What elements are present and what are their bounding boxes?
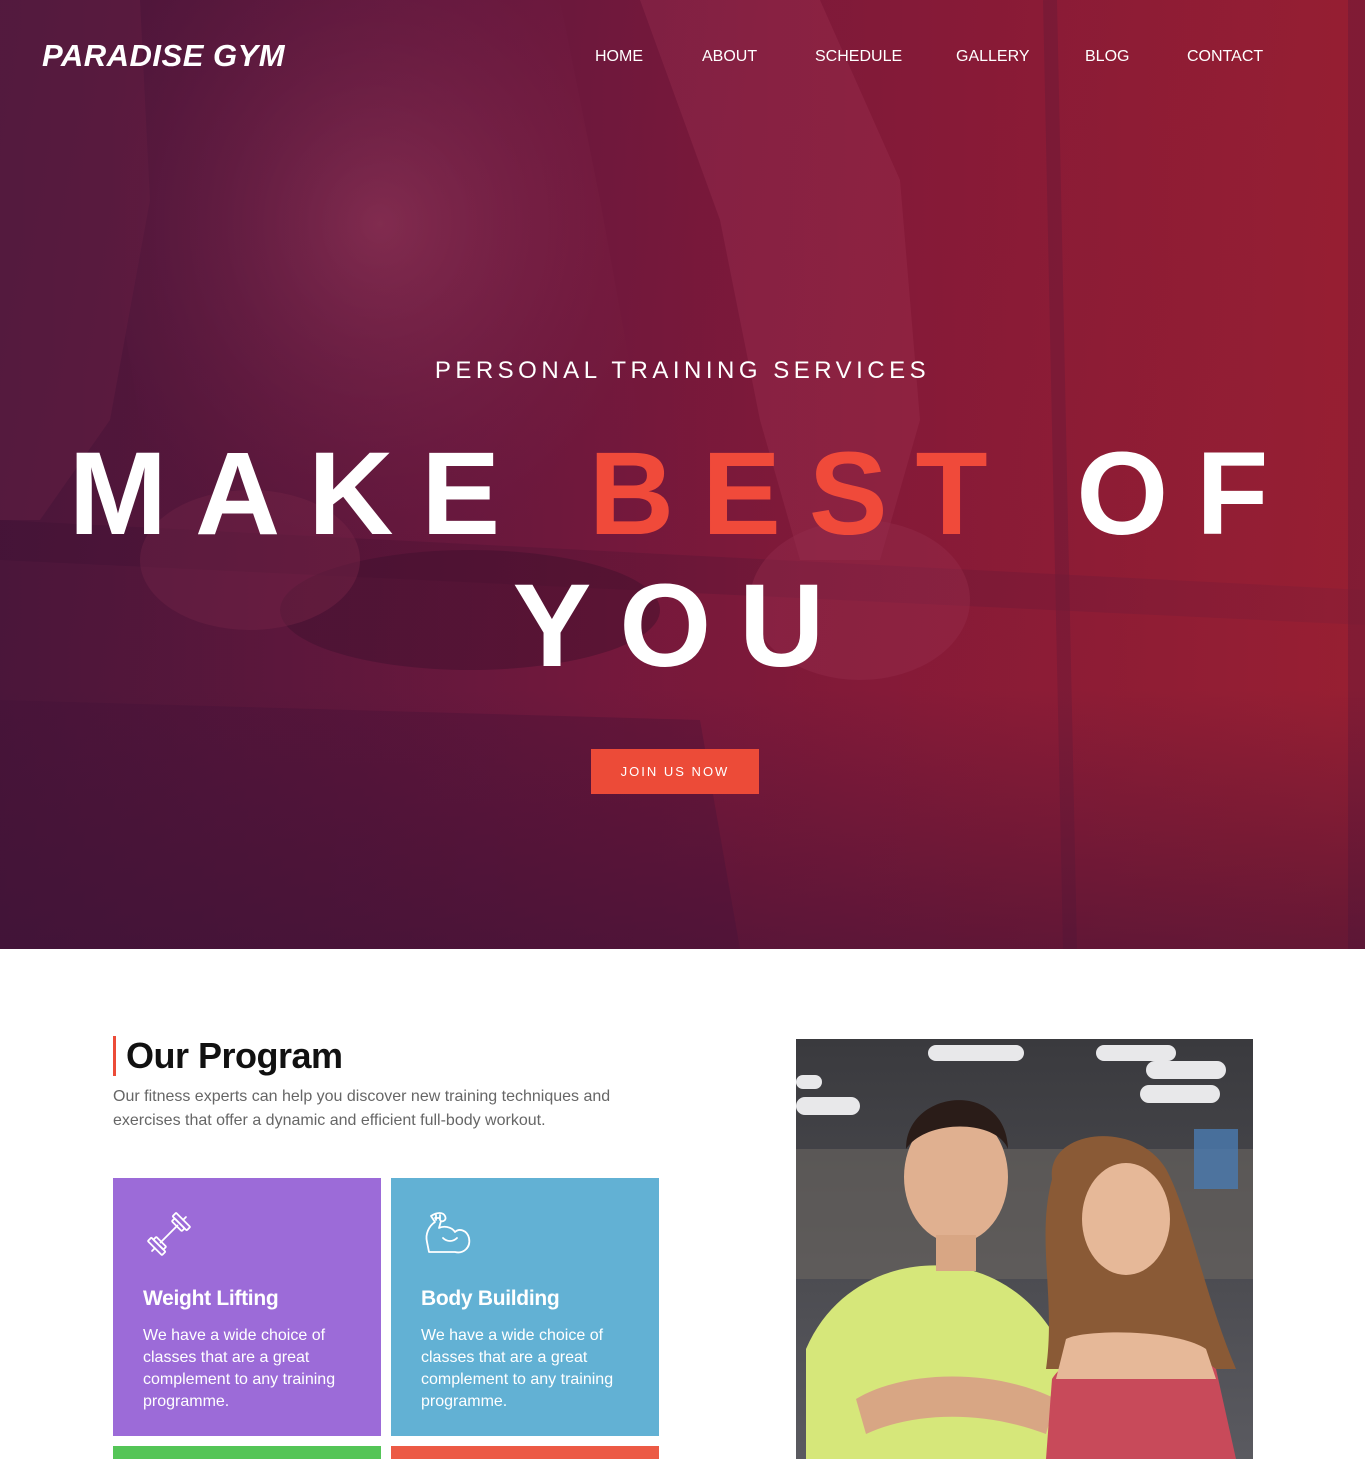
nav-item-blog[interactable]: BLOG	[1085, 48, 1129, 66]
program-description: Our fitness experts can help you discove…	[113, 1088, 611, 1129]
card-text: We have a wide choice of classes that ar…	[421, 1327, 614, 1410]
dumbbell-icon	[147, 1212, 191, 1256]
hero-bottom-fade	[0, 689, 1365, 949]
hero-headline: MAKE BEST OF YOU	[0, 428, 1365, 692]
hero-eyebrow: PERSONAL TRAINING SERVICES	[434, 357, 931, 384]
card-title: Weight Lifting	[143, 1287, 279, 1310]
card-text: We have a wide choice of classes that ar…	[143, 1327, 336, 1410]
nav-item-schedule[interactable]: SCHEDULE	[815, 48, 902, 66]
hero-section: PARADISE GYM HOME ABOUT SCHEDULE GALLERY…	[0, 0, 1365, 949]
program-heading: Our Program	[113, 1036, 343, 1076]
card-title: Body Building	[421, 1287, 560, 1310]
program-card-strip-green	[113, 1446, 381, 1459]
hero-headline-line-1: MAKE BEST OF	[0, 428, 1365, 560]
main-nav: HOME ABOUT SCHEDULE GALLERY BLOG CONTACT	[0, 48, 1365, 72]
flexed-arm-icon	[425, 1212, 471, 1254]
hero-headline-part-1: MAKE	[68, 428, 589, 560]
nav-item-about[interactable]: ABOUT	[702, 48, 757, 66]
join-us-button[interactable]: JOIN US NOW	[591, 749, 759, 794]
hero-headline-part-2: OF	[1015, 428, 1297, 560]
trainers-photo	[796, 1039, 1253, 1459]
nav-item-gallery[interactable]: GALLERY	[956, 48, 1030, 66]
nav-item-contact[interactable]: CONTACT	[1187, 48, 1263, 66]
hero-headline-accent: BEST	[588, 428, 1016, 560]
program-card-weight-lifting[interactable]: Weight Lifting We have a wide choice of …	[113, 1178, 381, 1436]
program-card-strip-red	[391, 1446, 659, 1459]
program-card-body-building[interactable]: Body Building We have a wide choice of c…	[391, 1178, 659, 1436]
nav-item-home[interactable]: HOME	[595, 48, 643, 66]
hero-headline-line-2: YOU	[512, 560, 853, 692]
